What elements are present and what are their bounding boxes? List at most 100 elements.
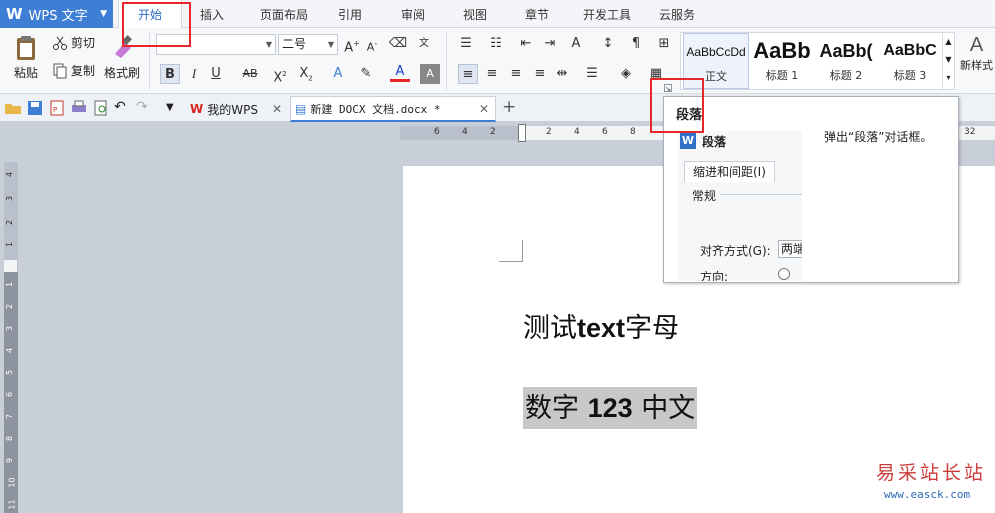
print-preview-icon[interactable]	[92, 99, 110, 117]
ruler-tick: 2	[5, 303, 15, 310]
align-right-button[interactable]: ≡	[506, 64, 526, 84]
phonetic-guide-icon[interactable]: 文	[414, 34, 434, 54]
scissors-icon	[53, 36, 67, 50]
strikethrough-button[interactable]: AB	[240, 64, 260, 84]
style-heading-1[interactable]: AaBb 标题 1	[751, 33, 813, 89]
ruler-tick: 3	[5, 195, 15, 202]
tab-view[interactable]: 视图	[455, 0, 495, 28]
tab-chapter[interactable]: 章节	[517, 0, 557, 28]
highlight-box-paragraph-launcher	[650, 78, 704, 133]
align-justify-button[interactable]: ≡	[530, 64, 550, 84]
ruler-tick: 6	[602, 127, 608, 137]
ruler-tick: 4	[5, 171, 15, 178]
style-name: 标题 2	[829, 69, 863, 82]
increase-indent-icon[interactable]: ⇥	[540, 34, 560, 54]
doc-tab-label: 我的WPS	[207, 102, 258, 117]
ruler-margin-area: 4 3 2 1	[4, 162, 18, 260]
decrease-indent-icon[interactable]: ⇤	[516, 34, 536, 54]
save-icon[interactable]	[26, 99, 44, 117]
tooltip-description: 弹出“段落”对话框。	[824, 130, 933, 144]
font-size-value: 二号	[282, 37, 307, 51]
shrink-font-button[interactable]: A-	[362, 34, 382, 54]
styles-gallery: AaBbCcDd 正文 AaBb 标题 1 AaBb( 标题 2 AaBbC 标…	[680, 32, 955, 90]
align-center-button[interactable]: ≡	[482, 64, 502, 84]
style-heading-2[interactable]: AaBb( 标题 2	[815, 33, 877, 89]
tab-review[interactable]: 审阅	[393, 0, 433, 28]
subscript-button[interactable]: X2	[296, 64, 316, 84]
gallery-scroll[interactable]: ▲ ▼ ▾	[942, 33, 954, 89]
watermark-text: 易采站长站	[876, 462, 987, 484]
tab-page-layout[interactable]: 页面布局	[252, 0, 316, 28]
text-run: 字母	[625, 313, 680, 344]
bullet-list-icon[interactable]: ☰	[456, 34, 476, 54]
chinese-layout-icon[interactable]: A	[566, 34, 586, 54]
undo-icon[interactable]: ↶	[114, 99, 132, 117]
copy-button[interactable]: 复制	[52, 62, 95, 79]
ruler-tick: 4	[574, 127, 580, 137]
ruler-tick: 8	[5, 435, 15, 442]
char-shading-button[interactable]: A	[420, 64, 440, 84]
text-run: 中文	[632, 393, 696, 424]
redo-icon[interactable]: ↷	[136, 99, 154, 117]
style-heading-3[interactable]: AaBbC 标题 3	[879, 33, 941, 89]
chevron-down-icon: ▼	[327, 40, 334, 49]
text-run: 测试	[523, 313, 577, 344]
ruler-tick: 1	[5, 281, 15, 288]
line-spacing-button[interactable]: ☰	[582, 64, 602, 84]
preview-direction-label: 方向:	[700, 270, 729, 281]
copy-label: 复制	[71, 64, 96, 78]
paragraph-shading-icon[interactable]: ◈	[616, 64, 636, 84]
svg-text:P: P	[53, 106, 57, 114]
watermark-url: www.easck.com	[884, 488, 971, 501]
font-size-combo[interactable]: 二号 ▼	[278, 34, 338, 55]
customize-toolbar-icon[interactable]: ▼	[166, 102, 184, 120]
tab-developer[interactable]: 开发工具	[577, 0, 637, 28]
preview-section-label: 常规	[692, 189, 717, 203]
doc-tab-mywps[interactable]: W 我的WPS ✕	[186, 96, 288, 122]
new-style-icon: A	[969, 34, 984, 56]
align-left-button[interactable]: ≡	[458, 64, 478, 84]
tab-cloud[interactable]: 云服务	[652, 0, 702, 28]
cut-button[interactable]: 剪切	[52, 34, 95, 51]
preview-align-label: 对齐方式(G):	[700, 244, 771, 258]
close-icon[interactable]: ✕	[479, 102, 489, 116]
underline-button[interactable]: U	[206, 64, 226, 84]
text-effect-icon[interactable]: A	[328, 64, 348, 84]
tab-insert[interactable]: 插入	[190, 0, 234, 28]
ruler-tick: 2	[490, 127, 496, 137]
open-folder-icon[interactable]	[4, 99, 22, 117]
italic-button[interactable]: I	[184, 64, 204, 84]
selected-text-line-2[interactable]: 数字 123 中文	[523, 387, 698, 429]
wps-logo-icon: W	[6, 5, 23, 23]
print-icon[interactable]	[70, 99, 88, 117]
preview-tab: 缩进和间距(I)	[684, 161, 775, 182]
doc-tab-current[interactable]: ▤ 新建 DOCX 文档.docx * ✕	[290, 96, 496, 122]
ruler-tick: 2	[546, 127, 552, 137]
paste-button[interactable]: 粘贴	[6, 34, 46, 81]
text-line-1[interactable]: 测试text字母	[523, 306, 679, 345]
new-style-button[interactable]: A 新样式	[958, 34, 995, 73]
show-marks-icon[interactable]: ¶	[626, 34, 646, 54]
indent-marker[interactable]	[518, 124, 526, 142]
text-run-bold: 123	[587, 393, 633, 423]
style-name: 标题 1	[765, 69, 799, 82]
close-icon[interactable]: ✕	[272, 102, 282, 116]
distributed-align-button[interactable]: ⇹	[552, 64, 572, 84]
table-icon[interactable]: ⊞	[654, 34, 674, 54]
sort-icon[interactable]: ↕	[598, 34, 618, 54]
font-color-button[interactable]: A	[390, 64, 410, 82]
superscript-button[interactable]: X2	[270, 64, 290, 85]
grow-font-button[interactable]: A+	[342, 34, 362, 55]
bold-button[interactable]: B	[160, 64, 180, 84]
numbered-list-icon[interactable]: ☷	[486, 34, 506, 54]
tab-references[interactable]: 引用	[330, 0, 370, 28]
clear-format-icon[interactable]: ⌫	[388, 34, 408, 54]
highlight-box-home-tab	[122, 2, 191, 47]
app-menu-button[interactable]: W WPS 文字 ▼	[0, 0, 113, 28]
export-pdf-icon[interactable]: P	[48, 99, 66, 117]
new-tab-button[interactable]: +	[502, 97, 516, 117]
preview-radio	[778, 268, 790, 280]
ruler-tick: 2	[5, 219, 15, 226]
highlight-pen-icon[interactable]: ✎	[356, 64, 376, 84]
style-name: 正文	[705, 70, 727, 83]
